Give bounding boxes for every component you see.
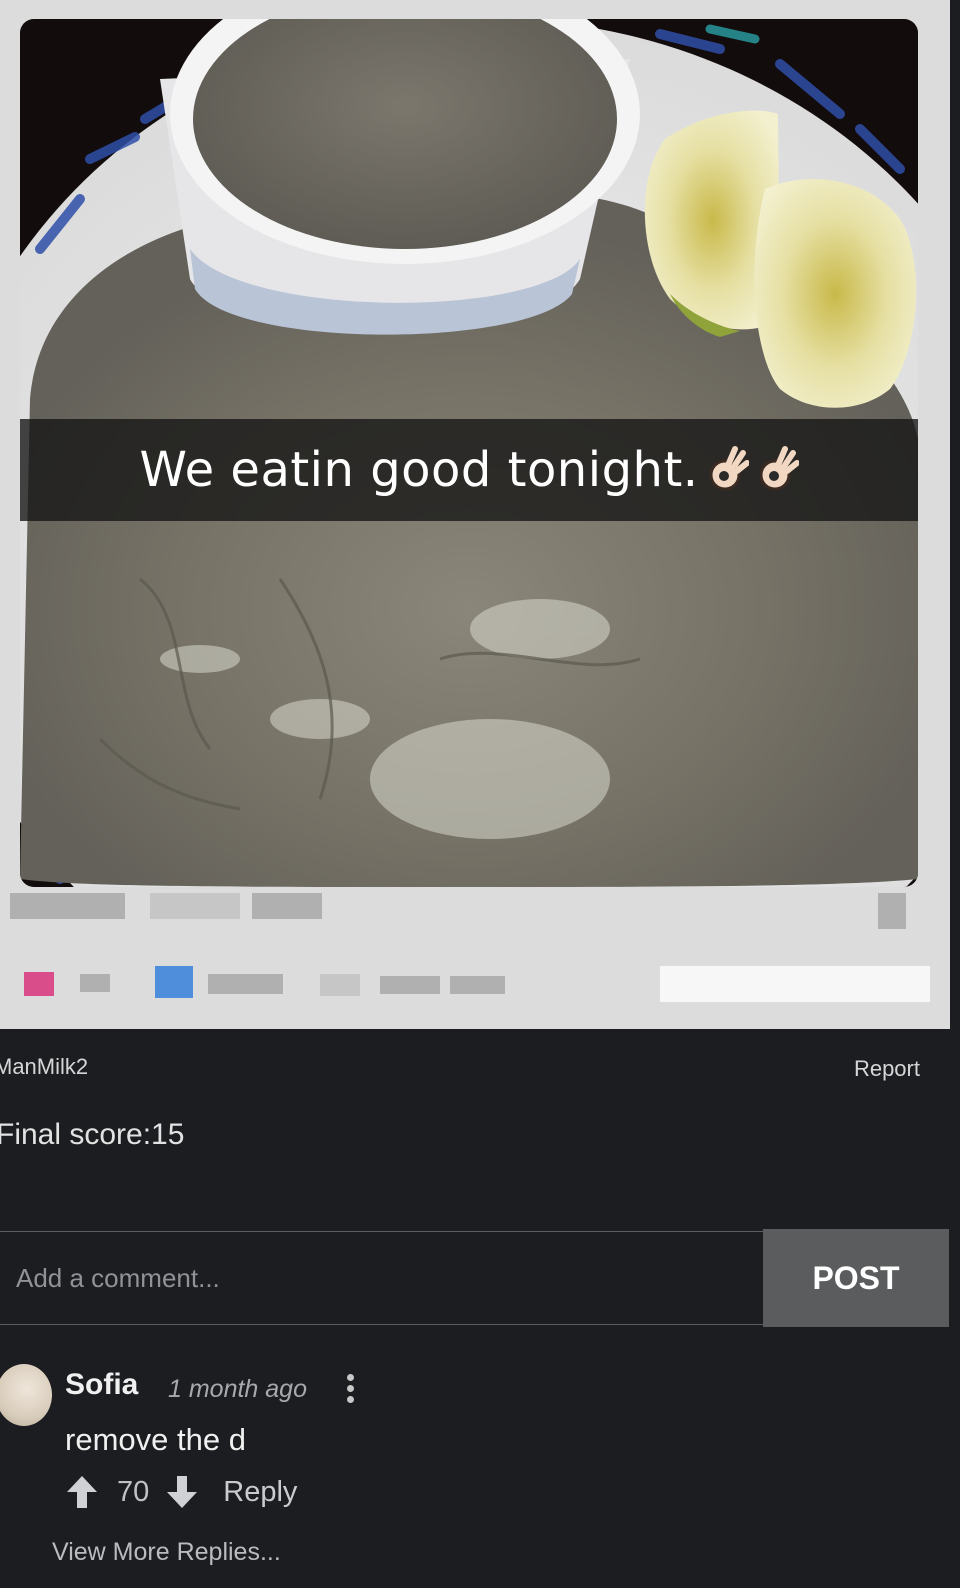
ok-hand-icon [759,446,799,491]
blurred-text [10,893,125,919]
blurred-text [380,976,440,994]
blurred-text [252,893,322,919]
comment-input[interactable] [0,1231,763,1325]
blurred-text [150,893,240,919]
caption-text: We eatin good tonight. [139,442,699,498]
blurred-icon [24,972,54,996]
comment-text: remove the d [65,1422,246,1457]
comment-timestamp: 1 month ago [168,1375,307,1403]
blurred-text [80,974,110,992]
upvote-arrow-icon[interactable] [65,1474,99,1510]
reply-link[interactable]: Reply [223,1476,297,1509]
blurred-text [660,966,930,1002]
report-link[interactable]: Report [854,1056,920,1082]
final-score: Final score:15 [0,1118,185,1151]
ok-hand-icon [709,446,749,491]
blurred-text [320,974,360,996]
post-card: We eatin good tonight. [0,0,950,1029]
post-image[interactable]: We eatin good tonight. [20,19,918,887]
post-button[interactable]: POST [763,1229,949,1327]
comment-form: POST [0,1229,949,1329]
caption-bar: We eatin good tonight. [20,419,918,521]
blurred-text [450,976,505,994]
view-more-replies-link[interactable]: View More Replies... [52,1538,281,1567]
comment-username[interactable]: Sofia [65,1368,138,1402]
downvote-arrow-icon[interactable] [165,1474,199,1510]
more-options-icon[interactable] [344,1374,356,1408]
vote-row: 70 Reply [65,1472,297,1512]
post-author[interactable]: ManMilk2 [0,1054,88,1080]
blurred-icon [878,893,906,929]
vote-count: 70 [117,1475,150,1508]
blurred-icon [155,966,193,998]
avatar[interactable] [0,1364,52,1426]
blurred-text [208,974,283,994]
